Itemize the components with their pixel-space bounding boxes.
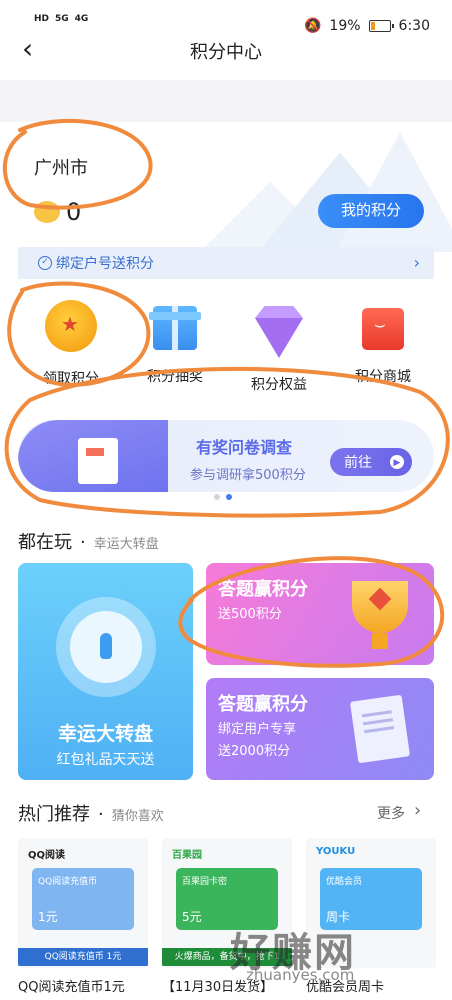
survey-banner[interactable]: 有奖问卷调查 参与调研拿500积分 前往 ▶ bbox=[18, 420, 434, 492]
trophy-icon bbox=[352, 581, 408, 649]
quick-action-label: 领取积分 bbox=[43, 371, 99, 387]
gift-box-icon bbox=[149, 306, 201, 350]
product-brand: 百果园 bbox=[172, 850, 202, 861]
section-subtitle: 猜你喜欢 bbox=[111, 809, 164, 824]
page-title: 积分中心 bbox=[190, 42, 262, 63]
quick-action-benefits[interactable]: 积分权益 bbox=[224, 300, 334, 394]
quick-action-label: 积分商城 bbox=[355, 369, 411, 385]
quiz-card-line: 绑定用户专享 bbox=[218, 722, 297, 737]
quiz-card-title: 答题赢积分 bbox=[218, 694, 308, 715]
hot-section-header: 热门推荐 · 猜你喜欢 bbox=[18, 800, 164, 826]
diamond-icon bbox=[255, 318, 303, 358]
quick-action-lottery[interactable]: 积分抽奖 bbox=[120, 300, 230, 386]
quiz-card-line: 送2000积分 bbox=[218, 744, 291, 759]
product-card[interactable]: QQ阅读 QQ阅读充值币 1元 QQ阅读充值币 1元 QQ阅读充值币1元 bbox=[18, 838, 148, 995]
carousel-dots bbox=[214, 494, 232, 500]
quiz-card-line: 送500积分 bbox=[218, 607, 282, 622]
survey-title: 有奖问卷调查 bbox=[196, 438, 293, 457]
product-brand: QQ阅读 bbox=[28, 850, 66, 861]
survey-subtitle: 参与调研拿500积分 bbox=[190, 468, 306, 483]
section-subtitle: 幸运大转盘 bbox=[93, 537, 159, 552]
check-circle-icon: ✓ bbox=[38, 256, 52, 270]
wheel-card-title: 幸运大转盘 bbox=[57, 723, 153, 745]
signal-4g-icon: 4G bbox=[74, 14, 89, 24]
bind-account-banner[interactable]: ✓ 绑定户号送积分 › bbox=[18, 247, 434, 279]
coin-star-icon bbox=[45, 300, 97, 352]
section-title: 都在玩 bbox=[18, 532, 72, 553]
more-link[interactable]: 更多 bbox=[377, 803, 405, 823]
play-circle-icon: ▶ bbox=[390, 455, 404, 469]
quick-action-claim-points[interactable]: 领取积分 bbox=[16, 300, 126, 388]
survey-go-label: 前往 bbox=[344, 454, 372, 470]
my-points-button[interactable]: 我的积分 bbox=[318, 194, 424, 228]
quiz-card-500[interactable]: 答题赢积分 送500积分 bbox=[206, 563, 434, 665]
section-title: 热门推荐 bbox=[18, 804, 90, 825]
signal-5g-icon: 5G bbox=[55, 14, 69, 24]
quick-action-mall[interactable]: 积分商城 bbox=[328, 300, 438, 386]
survey-go-button[interactable]: 前往 ▶ bbox=[330, 448, 412, 476]
wheel-icon bbox=[56, 597, 156, 697]
carousel-dot[interactable] bbox=[214, 494, 220, 500]
shopping-bag-icon bbox=[362, 308, 404, 350]
product-face: QQ阅读充值币 1元 bbox=[32, 868, 134, 930]
product-name: QQ阅读充值币1元 bbox=[18, 980, 125, 995]
bind-banner-text: 绑定户号送积分 bbox=[56, 256, 154, 272]
wheel-card-subtitle: 红包礼品天天送 bbox=[56, 752, 155, 768]
survey-illustration bbox=[18, 420, 168, 492]
lucky-wheel-card[interactable]: 幸运大转盘 红包礼品天天送 bbox=[18, 563, 193, 780]
chevron-right-icon[interactable]: › bbox=[414, 800, 421, 821]
coin-icon bbox=[34, 201, 60, 223]
city-label[interactable]: 广州市 bbox=[34, 154, 88, 180]
playing-section-header: 都在玩 · 幸运大转盘 bbox=[18, 528, 159, 554]
quiz-card-2000[interactable]: 答题赢积分 绑定用户专享 送2000积分 bbox=[206, 678, 434, 780]
nav-bar: ‹ 积分中心 bbox=[0, 28, 452, 72]
quiz-card-title: 答题赢积分 bbox=[218, 579, 308, 600]
quick-action-label: 积分权益 bbox=[251, 377, 307, 393]
product-brand: YOUKU bbox=[316, 846, 356, 857]
product-strip: QQ阅读充值币 1元 bbox=[18, 948, 148, 966]
quick-action-label: 积分抽奖 bbox=[147, 369, 203, 385]
points-summary: 0 bbox=[34, 198, 81, 226]
hd-icon: HD bbox=[34, 14, 50, 24]
signal-indicators: HD 5G 4G bbox=[34, 14, 88, 24]
points-hero: 广州市 0 我的积分 bbox=[0, 122, 452, 252]
chevron-right-icon: › bbox=[413, 253, 420, 272]
document-icon bbox=[78, 438, 118, 484]
points-value: 0 bbox=[66, 198, 82, 226]
watermark-url: zhuanyes.com bbox=[246, 966, 355, 984]
header-divider bbox=[0, 80, 452, 122]
quick-actions: 领取积分 积分抽奖 积分权益 积分商城 bbox=[0, 300, 452, 393]
carousel-dot-active[interactable] bbox=[226, 494, 232, 500]
questionnaire-icon bbox=[349, 694, 411, 764]
